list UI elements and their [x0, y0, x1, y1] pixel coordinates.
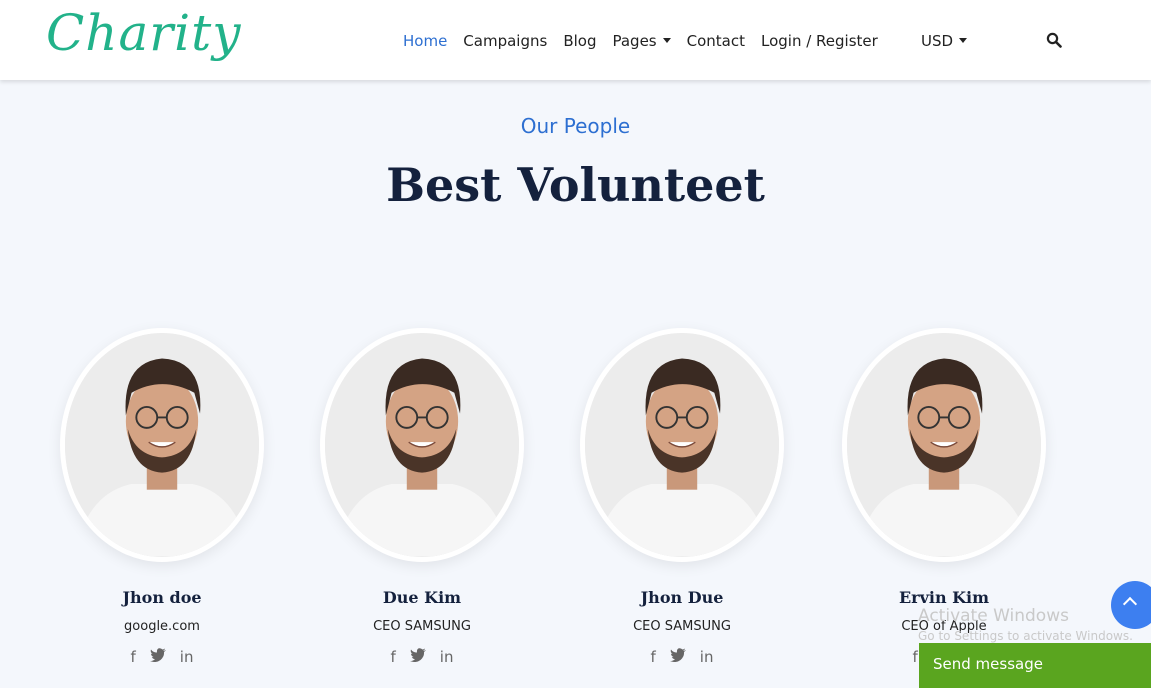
- volunteer-role: CEO SAMSUNG: [633, 619, 731, 634]
- twitter-icon[interactable]: [149, 648, 166, 662]
- site-logo[interactable]: Charity: [46, 4, 242, 62]
- volunteer-name: Due Kim: [382, 588, 462, 607]
- volunteer-name: Jhon doe: [122, 588, 202, 607]
- send-message-button[interactable]: Send message: [919, 643, 1151, 688]
- section-title: Best Volunteet: [386, 158, 765, 212]
- nav-home[interactable]: Home: [403, 32, 447, 50]
- facebook-icon[interactable]: f: [391, 648, 396, 666]
- nav-pages-dropdown[interactable]: Pages: [612, 32, 671, 50]
- volunteer-role: google.com: [124, 619, 200, 634]
- nav-login-register[interactable]: Login / Register: [761, 32, 878, 50]
- nav-pages-label: Pages: [612, 32, 657, 50]
- scroll-to-top-button[interactable]: [1111, 581, 1151, 629]
- nav-campaigns[interactable]: Campaigns: [463, 32, 547, 50]
- volunteer-card: Due Kim CEO SAMSUNG f in: [320, 328, 524, 666]
- currency-dropdown[interactable]: USD: [921, 32, 968, 50]
- portrait-image: [325, 333, 519, 557]
- section-eyebrow: Our People: [520, 114, 631, 138]
- volunteer-photo: [60, 328, 264, 562]
- volunteer-card: Jhon doe google.com f in: [60, 328, 264, 666]
- social-links: f in: [320, 648, 524, 666]
- search-icon[interactable]: [1046, 32, 1062, 48]
- facebook-icon[interactable]: f: [651, 648, 656, 666]
- facebook-icon[interactable]: f: [131, 648, 136, 666]
- volunteer-name: Jhon Due: [640, 588, 724, 607]
- twitter-icon[interactable]: [669, 648, 686, 662]
- portrait-image: [65, 333, 259, 557]
- volunteer-role: CEO SAMSUNG: [373, 619, 471, 634]
- linkedin-icon[interactable]: in: [440, 648, 454, 666]
- twitter-icon[interactable]: [409, 648, 426, 662]
- volunteer-photo: [842, 328, 1046, 562]
- social-links: f in: [60, 648, 264, 666]
- volunteer-card: Jhon Due CEO SAMSUNG f in: [580, 328, 784, 666]
- caret-down-icon: [662, 38, 671, 43]
- chevron-up-icon: [1122, 596, 1138, 612]
- main-nav: Home Campaigns Blog Pages Contact Login …: [403, 32, 894, 50]
- volunteer-photo: [580, 328, 784, 562]
- nav-blog[interactable]: Blog: [563, 32, 596, 50]
- currency-label: USD: [921, 32, 954, 50]
- volunteer-name: Ervin Kim: [898, 588, 990, 607]
- caret-down-icon: [959, 38, 968, 43]
- volunteer-photo: [320, 328, 524, 562]
- activation-subtitle: Go to Settings to activate Windows.: [918, 629, 1133, 643]
- navbar: Charity Home Campaigns Blog Pages Contac…: [0, 0, 1151, 80]
- facebook-icon[interactable]: f: [913, 648, 918, 666]
- linkedin-icon[interactable]: in: [700, 648, 714, 666]
- social-links: f in: [580, 648, 784, 666]
- nav-contact[interactable]: Contact: [687, 32, 745, 50]
- portrait-image: [847, 333, 1041, 557]
- portrait-image: [585, 333, 779, 557]
- linkedin-icon[interactable]: in: [180, 648, 194, 666]
